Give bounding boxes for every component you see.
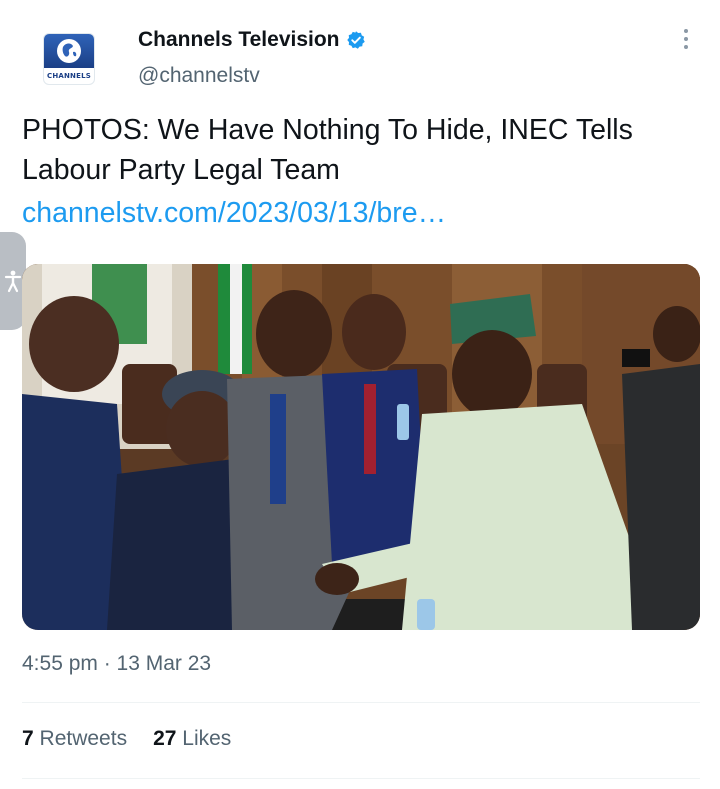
globe-logo-icon	[44, 34, 94, 68]
author-avatar[interactable]: CHANNELS	[43, 33, 95, 85]
verified-badge-icon	[346, 31, 365, 49]
tweet-photo[interactable]	[22, 264, 700, 630]
divider	[22, 702, 700, 703]
tweet-timestamp[interactable]: 4:55 pm · 13 Mar 23	[22, 652, 211, 676]
likes-stat[interactable]: 27 Likes	[153, 727, 231, 751]
retweets-count: 7	[22, 727, 34, 750]
likes-count: 27	[153, 727, 177, 750]
more-options-icon[interactable]	[676, 26, 696, 52]
author-display-name[interactable]: Channels Television	[138, 28, 340, 52]
divider	[22, 778, 700, 779]
tweet-text: PHOTOS: We Have Nothing To Hide, INEC Te…	[22, 114, 633, 186]
tweet-stats: 7 Retweets 27 Likes	[22, 727, 231, 751]
retweets-stat[interactable]: 7 Retweets	[22, 727, 127, 751]
likes-label: Likes	[182, 727, 232, 750]
avatar-brand-text: CHANNELS	[46, 72, 91, 80]
author-handle[interactable]: @channelstv	[138, 64, 260, 88]
tweet-link[interactable]: channelstv.com/2023/03/13/bre…	[22, 193, 446, 233]
author-display-name-row[interactable]: Channels Television	[138, 28, 366, 52]
retweets-label: Retweets	[39, 727, 128, 750]
